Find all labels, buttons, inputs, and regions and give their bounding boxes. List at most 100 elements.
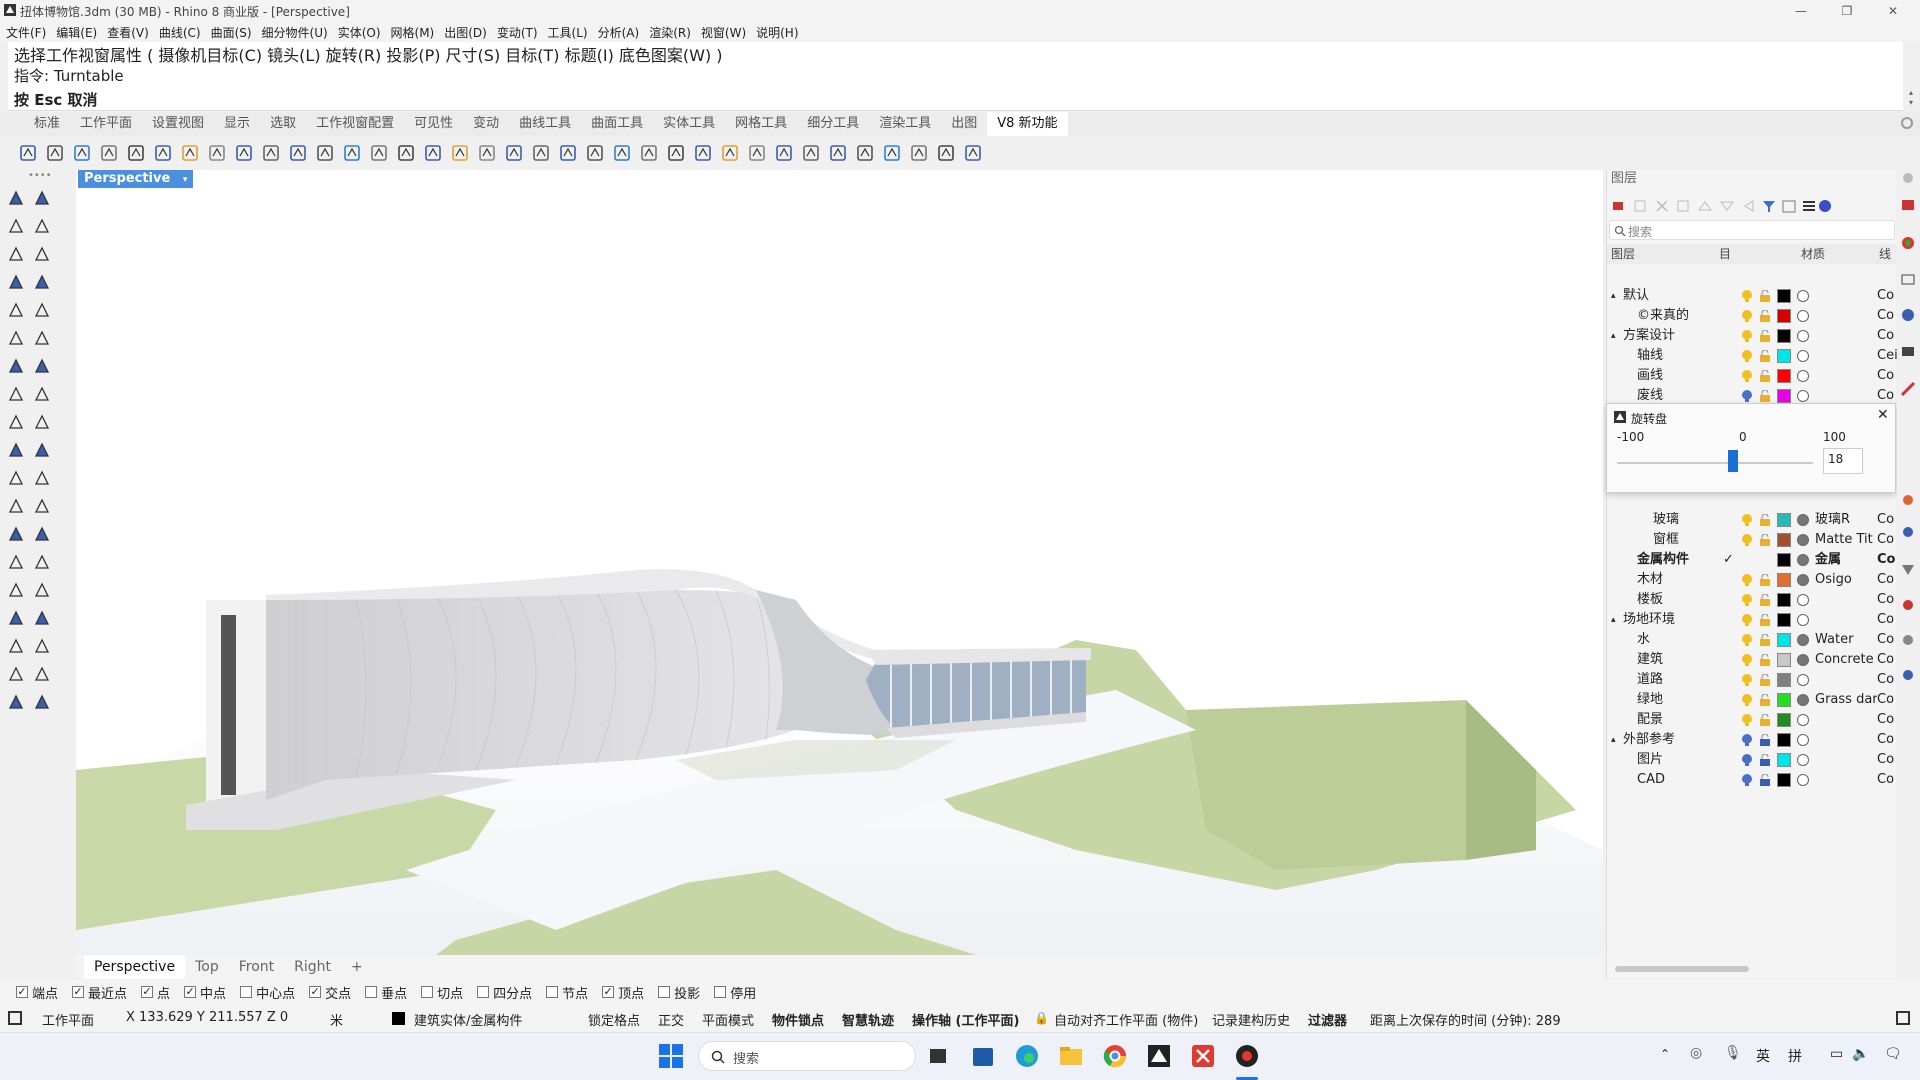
toolbar-tool-icon[interactable] — [178, 141, 202, 165]
layer-material-icon[interactable] — [1797, 350, 1809, 362]
layer-color-swatch[interactable] — [1777, 289, 1791, 303]
layer-lock-icon[interactable] — [1759, 310, 1771, 322]
layer-lock-icon[interactable] — [1759, 774, 1771, 786]
left-tool-icon[interactable] — [30, 690, 54, 714]
layer-color-swatch[interactable] — [1777, 553, 1791, 567]
toolbar-tool-icon[interactable] — [151, 141, 175, 165]
osnap-option[interactable]: 投影 — [658, 983, 700, 1002]
toolbar-tool-icon[interactable] — [502, 141, 526, 165]
layer-color-swatch[interactable] — [1777, 733, 1791, 747]
layer-lock-icon[interactable] — [1759, 674, 1771, 686]
close-button[interactable]: ✕ — [1870, 0, 1916, 22]
layer-row[interactable]: 窗框 Matte Tit Co — [1607, 530, 1897, 550]
layer-color-swatch[interactable] — [1777, 753, 1791, 767]
layer-lock-icon[interactable] — [1759, 350, 1771, 362]
layer-lock-icon[interactable] — [1759, 614, 1771, 626]
layer-material-icon[interactable] — [1797, 694, 1809, 706]
osnap-option[interactable]: ✓ 中点 — [184, 983, 226, 1002]
layer-lock-icon[interactable] — [1759, 654, 1771, 666]
toolbar-tool-icon[interactable] — [853, 141, 877, 165]
left-tool-icon[interactable] — [4, 522, 28, 546]
layer-lock-icon[interactable] — [1759, 574, 1771, 586]
left-tool-icon[interactable] — [4, 438, 28, 462]
menu-item[interactable]: 工具(L) — [548, 24, 588, 41]
toolbar-tab[interactable]: 曲线工具 — [509, 112, 581, 136]
left-tool-icon[interactable] — [30, 578, 54, 602]
layer-lock-icon[interactable] — [1759, 734, 1771, 746]
layers-toolbar[interactable] — [1611, 198, 1831, 214]
toolbar-tool-icon[interactable] — [880, 141, 904, 165]
left-tool-icon[interactable] — [30, 270, 54, 294]
toolbar-tool-icon[interactable] — [826, 141, 850, 165]
toolbar-tool-icon[interactable] — [97, 141, 121, 165]
layer-row[interactable]: ▴ 场地环境 Co — [1607, 610, 1897, 630]
left-tool-icon[interactable] — [4, 662, 28, 686]
toolbar-tab[interactable]: 工作视窗配置 — [306, 112, 404, 136]
layer-visible-icon[interactable] — [1741, 653, 1753, 667]
left-tool-icon[interactable] — [30, 606, 54, 630]
maximize-button[interactable]: ❐ — [1824, 0, 1870, 22]
left-tool-icon[interactable] — [4, 214, 28, 238]
ime-mode[interactable]: 拼 — [1788, 1046, 1802, 1066]
left-tool-icon[interactable] — [30, 634, 54, 658]
panel-right-toggle-icon[interactable] — [1896, 1011, 1910, 1025]
tray-chevron-icon[interactable]: ⌃ — [1660, 1047, 1670, 1061]
layer-row[interactable]: CAD Co — [1607, 770, 1897, 790]
layer-color-swatch[interactable] — [1777, 713, 1791, 727]
toolbar-tool-icon[interactable] — [475, 141, 499, 165]
layer-visible-icon[interactable] — [1741, 773, 1753, 787]
layer-search-input[interactable]: 搜索 — [1609, 220, 1895, 240]
taskbar-search[interactable]: 搜索 — [698, 1041, 916, 1071]
left-tool-icon[interactable] — [4, 606, 28, 630]
status-osnap[interactable]: 物件锁点 — [772, 1010, 824, 1029]
layer-row[interactable]: 木材 Osigo Co — [1607, 570, 1897, 590]
menu-item[interactable]: 曲面(S) — [211, 24, 252, 41]
toolbar-tab[interactable]: 显示 — [214, 112, 260, 136]
osnap-option[interactable]: ✓ 顶点 — [602, 983, 644, 1002]
osnap-checkbox[interactable]: ✓ — [141, 986, 154, 998]
layer-row[interactable]: ▴ 默认 Co — [1607, 286, 1897, 306]
layer-color-swatch[interactable] — [1777, 773, 1791, 787]
viewport-tab[interactable]: Right — [284, 955, 341, 979]
left-tool-icon[interactable] — [4, 550, 28, 574]
layer-visible-icon[interactable] — [1741, 713, 1753, 727]
toolbar-tab[interactable]: 工作平面 — [70, 112, 142, 136]
expand-icon[interactable]: ▴ — [1611, 326, 1616, 346]
osnap-option[interactable]: 停用 — [714, 983, 756, 1002]
status-layer[interactable]: 建筑实体/金属构件 — [414, 1010, 522, 1029]
menu-item[interactable]: 变动(T) — [497, 24, 538, 41]
layer-material-icon[interactable] — [1797, 634, 1809, 646]
command-scroll[interactable]: ▴ ▾ — [1906, 88, 1916, 110]
layer-color-swatch[interactable] — [1777, 369, 1791, 383]
layer-material-icon[interactable] — [1797, 754, 1809, 766]
menu-item[interactable]: 说明(H) — [756, 24, 798, 41]
osnap-checkbox[interactable] — [658, 986, 671, 998]
left-tool-icon[interactable] — [30, 326, 54, 350]
toolbar-tab[interactable]: 可见性 — [404, 112, 463, 136]
layer-material-icon[interactable] — [1797, 734, 1809, 746]
toolbar-tool-icon[interactable] — [70, 141, 94, 165]
layer-color-swatch[interactable] — [1777, 533, 1791, 547]
layer-material-icon[interactable] — [1797, 554, 1809, 566]
layer-material-icon[interactable] — [1797, 290, 1809, 302]
layer-material-icon[interactable] — [1797, 774, 1809, 786]
toolbar-tool-icon[interactable] — [718, 141, 742, 165]
toolbar-tab[interactable]: 渲染工具 — [869, 112, 941, 136]
layer-color-swatch[interactable] — [1777, 513, 1791, 527]
left-tool-icon[interactable] — [4, 298, 28, 322]
left-tool-icon[interactable] — [30, 298, 54, 322]
osnap-checkbox[interactable] — [546, 986, 559, 998]
command-area[interactable]: 选择工作视窗属性 ( 摄像机目标(C) 镜头(L) 旋转(R) 投影(P) 尺寸… — [8, 42, 1903, 111]
display-icon[interactable]: ▭ — [1830, 1046, 1843, 1062]
menu-item[interactable]: 分析(A) — [598, 24, 640, 41]
toolbar-tool-icon[interactable] — [961, 141, 985, 165]
layer-lock-icon[interactable] — [1759, 330, 1771, 342]
layer-material-icon[interactable] — [1797, 654, 1809, 666]
menu-item[interactable]: 文件(F) — [6, 24, 46, 41]
left-tool-icon[interactable] — [30, 466, 54, 490]
status-unit[interactable]: 米 — [330, 1010, 343, 1029]
left-tool-icon[interactable] — [30, 522, 54, 546]
toolbar-tool-icon[interactable] — [232, 141, 256, 165]
left-tool-icon[interactable] — [30, 662, 54, 686]
panel-toggle-icon[interactable] — [8, 1011, 22, 1025]
